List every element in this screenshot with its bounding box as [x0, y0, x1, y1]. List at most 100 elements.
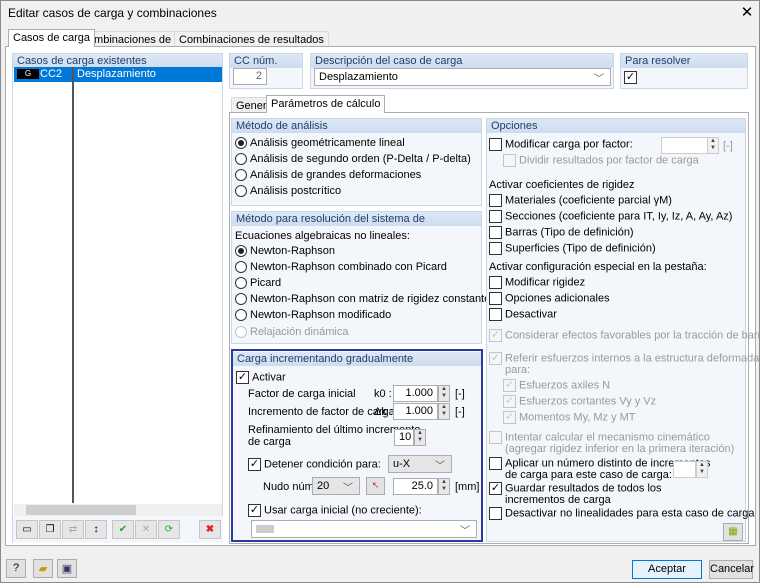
help-icon[interactable]: ?: [6, 559, 26, 578]
modify-factor-input[interactable]: [661, 137, 708, 154]
checkbox-icon: ✓: [248, 458, 261, 471]
group-header: Casos de carga existentes: [13, 54, 222, 68]
activate-checkbox[interactable]: ✓ Activar: [236, 371, 286, 384]
modify-factor-spinner[interactable]: ▲ ▼: [707, 137, 719, 154]
stiff-materials-checkbox[interactable]: Materiales (coeficiente parcial γM): [489, 194, 672, 207]
additional-options-checkbox[interactable]: Opciones adicionales: [489, 292, 610, 305]
checkbox-label: Activar: [252, 371, 286, 384]
increments-input[interactable]: [673, 461, 696, 478]
open-icon[interactable]: ▰: [33, 559, 53, 578]
radio-linear[interactable]: Análisis geométricamente lineal: [235, 137, 405, 150]
checkbox-icon: [489, 308, 502, 321]
shear-forces-checkbox[interactable]: ✓ Esfuerzos cortantes Vy y Vz: [503, 395, 656, 408]
radio-picard[interactable]: Picard: [235, 277, 282, 290]
checkbox-icon: [489, 507, 502, 520]
radio-dynamic-relaxation[interactable]: Relajación dinámica: [235, 326, 348, 339]
checkbox-icon: [489, 194, 502, 207]
checkbox-label: Materiales (coeficiente parcial γM): [505, 194, 672, 207]
increment-input[interactable]: 1.000: [393, 403, 438, 420]
tab-result-combinations[interactable]: Combinaciones de resultados: [174, 31, 329, 47]
favorable-effects-checkbox[interactable]: ✓ Considerar efectos favorables por la tr…: [489, 329, 760, 342]
ok-button[interactable]: Aceptar: [632, 560, 702, 579]
stiff-surfaces-checkbox[interactable]: Superficies (Tipo de definición): [489, 242, 656, 255]
initial-factor-input[interactable]: 1.000: [393, 385, 438, 402]
stop-condition-select[interactable]: u-X ﹀: [388, 455, 452, 473]
stiff-sections-checkbox[interactable]: Secciones (coeficiente para IT, Iy, Iz, …: [489, 210, 732, 223]
modify-factor-checkbox[interactable]: Modificar carga por factor:: [489, 138, 633, 151]
renumber-icon[interactable]: ↕: [85, 520, 107, 539]
checkbox-icon: [503, 154, 516, 167]
divide-results-checkbox[interactable]: Dividir resultados por factor de carga: [503, 154, 699, 167]
radio-newton-raphson[interactable]: Newton-Raphson: [235, 245, 335, 258]
radio-icon: [235, 185, 247, 198]
close-icon[interactable]: ✕: [738, 3, 756, 21]
radio-icon: [235, 309, 247, 322]
radio-second-order[interactable]: Análisis de segundo orden (P-Delta / P-d…: [235, 153, 471, 166]
unit-label: [mm]: [455, 481, 480, 493]
stop-limit-input[interactable]: 25.0: [393, 478, 438, 495]
checkbox-label: Modificar carga por factor:: [505, 138, 633, 151]
description-select[interactable]: Desplazamiento ﹀: [314, 68, 611, 86]
radio-postcritical[interactable]: Análisis postcrítico: [235, 185, 341, 198]
pick-node-icon[interactable]: ↖: [366, 477, 385, 495]
deselect-solve-icon[interactable]: ✕: [135, 520, 157, 539]
cancel-button[interactable]: Cancelar: [709, 560, 754, 579]
save-icon[interactable]: ▣: [57, 559, 77, 578]
dialog-title: Editar casos de carga y combinaciones: [8, 6, 217, 20]
select-all-solve-icon[interactable]: ✔: [112, 520, 134, 539]
node-select[interactable]: 20 ﹀: [312, 477, 360, 495]
radio-icon: [235, 153, 247, 166]
checkbox-label: Considerar efectos favorables por la tra…: [505, 329, 760, 342]
to-solve-checkbox[interactable]: ✓: [624, 71, 637, 84]
delete-icon[interactable]: ✖: [199, 520, 221, 539]
copy-load-case-icon[interactable]: ❐: [39, 520, 61, 539]
stop-limit-spinner[interactable]: ▲ ▼: [438, 478, 450, 495]
stop-condition-checkbox[interactable]: ✓ Detener condición para:: [248, 458, 381, 471]
refinement-input[interactable]: 10: [394, 429, 414, 446]
cc-number-field[interactable]: 2: [233, 68, 267, 85]
tab-load-cases[interactable]: Casos de carga: [8, 29, 96, 47]
initial-load-checkbox[interactable]: ✓ Usar carga inicial (no creciente):: [248, 504, 422, 517]
increments-spinner[interactable]: ▲ ▼: [696, 461, 708, 478]
radio-large-deformation[interactable]: Análisis de grandes deformaciones: [235, 169, 421, 182]
horizontal-scrollbar[interactable]: [14, 504, 222, 516]
checkbox-label: Esfuerzos axiles N: [519, 379, 611, 392]
subtab-calculation-parameters[interactable]: Parámetros de cálculo: [266, 95, 386, 113]
refinement-spinner[interactable]: ▲ ▼: [414, 429, 426, 446]
select-value: 20: [317, 480, 330, 492]
new-load-case-icon[interactable]: ▭: [16, 520, 38, 539]
radio-icon: [235, 169, 247, 182]
stiff-members-checkbox[interactable]: Barras (Tipo de definición): [489, 226, 634, 239]
deactivate-nonlinear-checkbox[interactable]: Desactivar no linealidades para esta cas…: [489, 507, 754, 520]
checkbox-icon: [489, 242, 502, 255]
radio-label: Picard: [250, 277, 282, 289]
checkbox-label: Momentos My, Mz y MT: [519, 411, 636, 424]
radio-nr-constant[interactable]: Newton-Raphson con matriz de rigidez con…: [235, 293, 490, 306]
radio-label: Análisis geométricamente lineal: [250, 137, 405, 149]
scrollbar-thumb[interactable]: [26, 505, 136, 515]
increment-spinner[interactable]: ▲ ▼: [438, 403, 450, 420]
initial-factor-spinner[interactable]: ▲ ▼: [438, 385, 450, 402]
radio-icon: [235, 326, 247, 339]
initial-load-select[interactable]: ﹀: [251, 520, 477, 538]
checkbox-icon: ✓: [236, 371, 249, 384]
group-header: Opciones: [487, 119, 745, 133]
modify-stiffness-checkbox[interactable]: Modificar rigidez: [489, 276, 585, 289]
radio-nr-picard[interactable]: Newton-Raphson combinado con Picard: [235, 261, 447, 274]
load-case-row[interactable]: G CC2 Desplazamiento: [14, 67, 222, 82]
axial-forces-checkbox[interactable]: ✓ Esfuerzos axiles N: [503, 379, 610, 392]
checkbox-icon: [489, 210, 502, 223]
stiffness-header: Activar coeficientes de rigidez: [489, 179, 635, 191]
deactivate-checkbox[interactable]: Desactivar: [489, 308, 557, 321]
color-swatch: [256, 525, 274, 533]
calculation-settings-icon[interactable]: ▦: [723, 523, 743, 541]
toggle-solve-icon[interactable]: ⟳: [158, 520, 180, 539]
increment-symbol: Δk :: [374, 406, 393, 418]
existing-load-cases-group: Casos de carga existentes G CC2 Desplaza…: [12, 53, 223, 543]
increment-label: Incremento de factor de carga: [248, 406, 395, 418]
radio-nr-modified[interactable]: Newton-Raphson modificado: [235, 309, 391, 322]
checkbox-label: Guardar resultados de todos los: [505, 482, 662, 495]
moments-checkbox[interactable]: ✓ Momentos My, Mz y MT: [503, 411, 636, 424]
import-icon[interactable]: ⇄: [62, 520, 84, 539]
checkbox-icon: [489, 138, 502, 151]
